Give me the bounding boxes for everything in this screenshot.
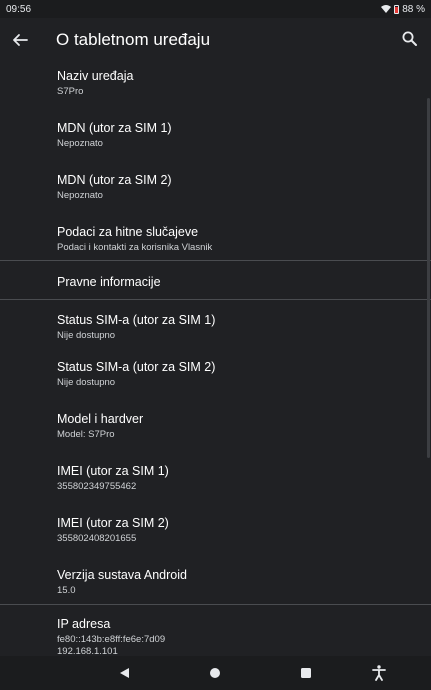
- item-subtitle: 355802408201655: [57, 533, 137, 544]
- item-subtitle: Nepoznato: [57, 190, 103, 201]
- square-recents-icon: [301, 668, 311, 678]
- list-item-imei-sim2[interactable]: IMEI (utor za SIM 2) 355802408201655: [0, 509, 431, 561]
- list-item-sim-status-2[interactable]: Status SIM-a (utor za SIM 2) Nije dostup…: [0, 353, 431, 405]
- back-button[interactable]: [10, 30, 30, 50]
- settings-list: Naziv uređaja S7Pro MDN (utor za SIM 1) …: [0, 62, 431, 656]
- item-title: IP adresa: [57, 617, 111, 631]
- status-icons: 88 %: [381, 4, 425, 15]
- item-subtitle: 355802349755462: [57, 481, 137, 492]
- battery-percent: 88 %: [402, 3, 425, 15]
- item-subtitle: Podaci i kontakti za korisnika Vlasnik: [57, 242, 213, 253]
- arrow-back-icon: [13, 34, 28, 46]
- list-item-imei-sim1[interactable]: IMEI (utor za SIM 1) 355802349755462: [0, 457, 431, 509]
- list-item-mdn-sim1[interactable]: MDN (utor za SIM 1) Nepoznato: [0, 114, 431, 166]
- circle-home-icon: [210, 668, 220, 678]
- item-title: MDN (utor za SIM 1): [57, 121, 172, 135]
- scrollbar[interactable]: [427, 98, 430, 458]
- list-item-legal-info[interactable]: Pravne informacije: [0, 261, 431, 299]
- item-subtitle: 15.0: [57, 585, 76, 596]
- status-time: 09:56: [6, 3, 32, 15]
- item-title: IMEI (utor za SIM 1): [57, 464, 169, 478]
- search-icon: [402, 31, 417, 46]
- list-item-emergency-info[interactable]: Podaci za hitne slučajeve Podaci i konta…: [0, 218, 431, 260]
- page-title: O tabletnom uređaju: [56, 30, 211, 49]
- status-bar: 09:56 88 %: [0, 0, 431, 18]
- navigation-bar: [0, 656, 431, 690]
- item-subtitle: S7Pro: [57, 86, 84, 97]
- accessibility-icon: [372, 665, 386, 681]
- item-title: MDN (utor za SIM 2): [57, 173, 172, 187]
- app-bar: O tabletnom uređaju: [0, 18, 431, 62]
- list-item-android-version[interactable]: Verzija sustava Android 15.0: [0, 561, 431, 604]
- nav-recents-button[interactable]: [298, 665, 314, 681]
- list-item-model-hardware[interactable]: Model i hardver Model: S7Pro: [0, 405, 431, 457]
- list-item-sim-status-1[interactable]: Status SIM-a (utor za SIM 1) Nije dostup…: [0, 300, 431, 353]
- item-title: Pravne informacije: [57, 275, 161, 289]
- nav-back-button[interactable]: [116, 665, 132, 681]
- item-title: Podaci za hitne slučajeve: [57, 225, 199, 239]
- item-subtitle: Model: S7Pro: [57, 429, 115, 440]
- item-subtitle: Nije dostupno: [57, 377, 116, 388]
- item-subtitle: Nepoznato: [57, 138, 103, 149]
- item-title: Verzija sustava Android: [57, 568, 187, 582]
- wifi-icon: [381, 5, 392, 13]
- item-title: Model i hardver: [57, 412, 144, 426]
- list-item-mdn-sim2[interactable]: MDN (utor za SIM 2) Nepoznato: [0, 166, 431, 218]
- list-item-ip-address[interactable]: IP adresa fe80::143b:e8ff:fe6e:7d09 192.…: [0, 605, 431, 656]
- item-subtitle: Nije dostupno: [57, 330, 116, 341]
- nav-home-button[interactable]: [207, 665, 223, 681]
- item-title: Status SIM-a (utor za SIM 1): [57, 313, 216, 327]
- item-title: Status SIM-a (utor za SIM 2): [57, 360, 216, 374]
- search-button[interactable]: [401, 30, 421, 50]
- item-title: IMEI (utor za SIM 2): [57, 516, 169, 530]
- triangle-back-icon: [120, 668, 129, 678]
- item-subtitle-2: 192.168.1.101: [57, 646, 118, 656]
- battery-icon: [394, 4, 400, 14]
- list-item-device-name[interactable]: Naziv uređaja S7Pro: [0, 62, 431, 114]
- nav-accessibility-button[interactable]: [370, 664, 388, 682]
- item-title: Naziv uređaja: [57, 69, 134, 83]
